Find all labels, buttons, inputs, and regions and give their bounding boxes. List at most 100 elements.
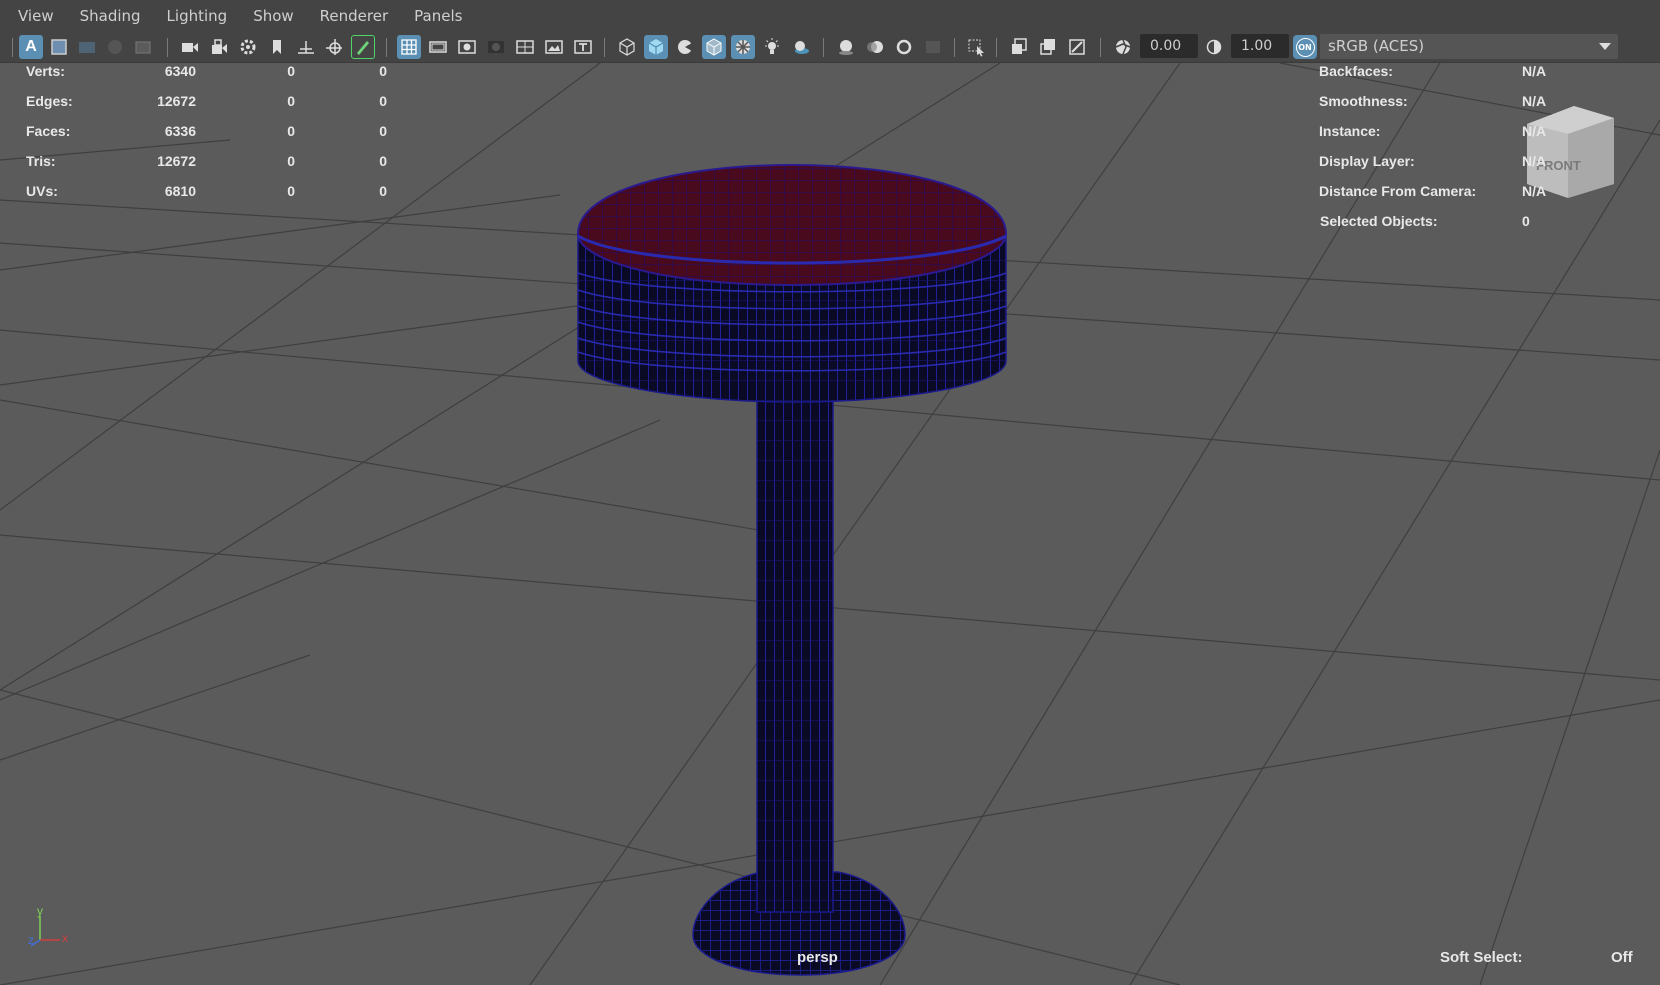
panel-menu-bar: View Shading Lighting Show Renderer Pane… [0, 0, 1660, 32]
hud-label-smoothness: Smoothness: [1319, 93, 1408, 109]
hud-label-selected-objects: Selected Objects: [1320, 213, 1438, 229]
film-gate-frame-icon [429, 41, 447, 53]
film-gate-frame-button[interactable] [426, 35, 450, 59]
wireframe-button[interactable] [615, 35, 639, 59]
motion-blur-button[interactable] [863, 35, 887, 59]
gamma-field[interactable]: 1.00 [1231, 34, 1289, 58]
toolbar-separator [167, 38, 168, 57]
soft-select-value: Off [1611, 949, 1633, 966]
depth-of-field-button[interactable] [921, 35, 945, 59]
hud-tris-selected: 0 [287, 153, 295, 169]
hud-tris-triangles: 0 [379, 153, 387, 169]
toolbar-separator [1100, 38, 1101, 57]
hud-uvs-selected: 0 [287, 183, 295, 199]
bookmark-flag-button[interactable] [265, 35, 289, 59]
camera-gear-button[interactable] [236, 35, 260, 59]
axis-gizmo: y x z [28, 904, 68, 947]
wireframe-on-shaded-button[interactable] [702, 35, 726, 59]
isolate-select-icon [968, 39, 984, 57]
axis-y-label: y [37, 904, 43, 918]
hud-selected-objects-value: 0 [1522, 213, 1530, 229]
hud-instance-value: N/A [1522, 123, 1547, 139]
exposure-button[interactable] [1111, 35, 1135, 59]
resolution-gate-button[interactable] [455, 35, 479, 59]
axis-z-label: z [28, 933, 34, 947]
view-transform-value: sRGB (ACES) [1328, 37, 1425, 55]
image-plane-button[interactable] [131, 35, 155, 59]
film-gate-icon [182, 43, 198, 52]
view-transform-dropdown[interactable]: sRGB (ACES) [1320, 34, 1618, 59]
xray-joints-icon [1012, 38, 1027, 54]
xray-button[interactable] [731, 35, 755, 59]
xray-active-components-icon [1040, 39, 1055, 55]
bookmark-icon [273, 40, 281, 54]
menu-view[interactable]: View [0, 0, 67, 32]
shadows-button[interactable] [789, 35, 813, 59]
panel-toolbar: A 0.00 1.00 ON sRGB (ACES) [0, 32, 1660, 63]
bar-stool-model[interactable] [576, 163, 1008, 976]
pivot-button[interactable] [322, 35, 346, 59]
menu-lighting[interactable]: Lighting [154, 0, 241, 32]
anti-aliasing-button[interactable] [892, 35, 916, 59]
hud-backfaces-value: N/A [1522, 63, 1547, 79]
hud-uvs-triangles: 0 [379, 183, 387, 199]
toolbar-separator [386, 38, 387, 57]
camera-lock-button[interactable] [207, 35, 231, 59]
menu-panels[interactable]: Panels [401, 0, 475, 32]
xray-joints-button[interactable] [1007, 35, 1031, 59]
menu-show[interactable]: Show [240, 0, 306, 32]
hud-edges-selected: 0 [287, 93, 295, 109]
camera-attributes-button[interactable] [75, 35, 99, 59]
soft-select-label: Soft Select: [1440, 949, 1523, 966]
smooth-shade-button[interactable] [644, 35, 668, 59]
all-lights-button[interactable] [760, 35, 784, 59]
xray-components-button[interactable] [1036, 35, 1060, 59]
hud-label-faces: Faces: [26, 123, 71, 139]
safe-action-button[interactable] [542, 35, 566, 59]
shadows-icon [795, 41, 809, 54]
bookmark-button[interactable] [103, 35, 127, 59]
default-material-button[interactable] [673, 35, 697, 59]
perspective-viewport[interactable]: FRONT y x z Verts: 6340 0 0 Edges: 12672… [0, 63, 1660, 985]
safe-title-button[interactable] [571, 35, 595, 59]
color-management-toggle[interactable]: ON [1293, 35, 1317, 59]
hud-edges-triangles: 0 [379, 93, 387, 109]
hud-faces-triangles: 0 [379, 123, 387, 139]
field-chart-button[interactable] [513, 35, 537, 59]
pivot-icon [326, 39, 342, 55]
backface-culling-button[interactable] [1065, 35, 1089, 59]
use-default-material-icon [678, 40, 692, 54]
stool-seat-top[interactable] [576, 163, 1008, 287]
select-camera-button[interactable]: A [19, 35, 43, 59]
safe-action-icon [545, 40, 563, 54]
hud-label-verts: Verts: [26, 63, 65, 79]
grid-toggle-button[interactable] [397, 35, 421, 59]
hud-tris-total: 12672 [157, 153, 196, 169]
grid-plane-button[interactable] [294, 35, 318, 59]
smooth-shade-icon [648, 39, 664, 55]
hud-uvs-total: 6810 [164, 183, 196, 199]
film-gate-button[interactable] [178, 35, 202, 59]
gamma-button[interactable] [1202, 35, 1226, 59]
hud-verts-total: 6340 [164, 63, 196, 79]
ambient-occlusion-button[interactable] [834, 35, 858, 59]
scene-canvas[interactable]: FRONT y x z [0, 63, 1660, 985]
menu-renderer[interactable]: Renderer [307, 0, 401, 32]
hud-label-edges: Edges: [26, 93, 73, 109]
exposure-field[interactable]: 0.00 [1140, 34, 1198, 58]
gate-mask-button[interactable] [484, 35, 508, 59]
wireframe-on-shaded-icon [706, 38, 722, 56]
hud-edges-total: 12672 [157, 93, 196, 109]
motion-blur-icon [867, 41, 883, 53]
hud-label-backfaces: Backfaces: [1319, 63, 1393, 79]
camera-lock-icon [212, 39, 227, 54]
stool-stem[interactable] [756, 391, 834, 913]
menu-shading[interactable]: Shading [67, 0, 154, 32]
bookmark-icon [108, 40, 122, 54]
isolate-select-button[interactable] [965, 35, 989, 59]
exposure-icon [1115, 39, 1131, 55]
grease-pencil-button[interactable] [351, 35, 375, 59]
grease-pencil-icon [357, 41, 369, 55]
frame-button[interactable] [47, 35, 71, 59]
grid-icon [401, 39, 417, 55]
